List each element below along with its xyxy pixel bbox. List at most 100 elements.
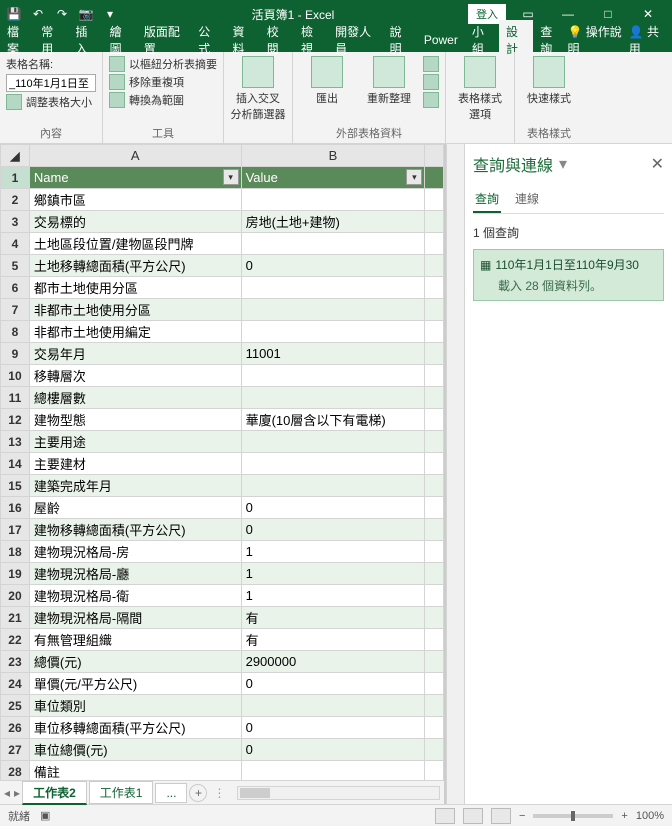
sheet-nav-next-icon[interactable]: ▸ bbox=[14, 786, 20, 800]
cell[interactable]: 車位總價(元) bbox=[29, 739, 241, 761]
row-head[interactable]: 28 bbox=[1, 761, 30, 781]
row-head[interactable]: 25 bbox=[1, 695, 30, 717]
filter-icon[interactable]: ▾ bbox=[223, 169, 239, 185]
cell[interactable]: 0 bbox=[241, 519, 425, 541]
cell[interactable]: 都市土地使用分區 bbox=[29, 277, 241, 299]
pane-close-icon[interactable]: ✕ bbox=[651, 154, 664, 174]
cell[interactable]: Value▾ bbox=[241, 167, 425, 189]
pivot-summary[interactable]: 以樞紐分析表摘要 bbox=[109, 56, 217, 72]
cell[interactable] bbox=[241, 431, 425, 453]
insert-slicer[interactable]: 插入交叉 分析篩選器 bbox=[230, 56, 286, 122]
cell[interactable] bbox=[425, 299, 444, 321]
cell[interactable]: 有 bbox=[241, 629, 425, 651]
cell[interactable] bbox=[425, 651, 444, 673]
vertical-scrollbar[interactable] bbox=[446, 144, 464, 804]
row-head[interactable]: 10 bbox=[1, 365, 30, 387]
cell[interactable]: 總價(元) bbox=[29, 651, 241, 673]
row-head[interactable]: 9 bbox=[1, 343, 30, 365]
pane-dropdown-icon[interactable]: ▾ bbox=[559, 154, 567, 174]
row-head[interactable]: 21 bbox=[1, 607, 30, 629]
cell[interactable] bbox=[241, 321, 425, 343]
row-head[interactable]: 3 bbox=[1, 211, 30, 233]
sheet-tab-more[interactable]: ... bbox=[155, 783, 187, 803]
cell[interactable]: 建物移轉總面積(平方公尺) bbox=[29, 519, 241, 541]
cell[interactable]: 0 bbox=[241, 673, 425, 695]
cell[interactable] bbox=[425, 255, 444, 277]
cell[interactable]: 建物現況格局-衛 bbox=[29, 585, 241, 607]
ext-opt-3[interactable] bbox=[423, 92, 439, 108]
cell[interactable]: 0 bbox=[241, 717, 425, 739]
row-head[interactable]: 22 bbox=[1, 629, 30, 651]
cell[interactable]: 交易年月 bbox=[29, 343, 241, 365]
cell[interactable] bbox=[425, 277, 444, 299]
cell[interactable] bbox=[425, 519, 444, 541]
cell[interactable]: 2900000 bbox=[241, 651, 425, 673]
cell[interactable]: 總樓層數 bbox=[29, 387, 241, 409]
row-head[interactable]: 17 bbox=[1, 519, 30, 541]
spreadsheet-grid[interactable]: ◢AB1Name▾Value▾2鄉鎮市區3交易標的房地(土地+建物)4土地區段位… bbox=[0, 144, 444, 780]
cell[interactable]: Name▾ bbox=[29, 167, 241, 189]
cell[interactable]: 主要建材 bbox=[29, 453, 241, 475]
resize-table[interactable]: 調整表格大小 bbox=[6, 94, 96, 110]
row-head[interactable]: 5 bbox=[1, 255, 30, 277]
view-normal-icon[interactable] bbox=[435, 808, 455, 824]
cell[interactable] bbox=[425, 695, 444, 717]
query-card[interactable]: ▦110年1月1日至110年9月30 載入 28 個資料列。 bbox=[473, 249, 664, 301]
cell[interactable] bbox=[425, 717, 444, 739]
row-head[interactable]: 13 bbox=[1, 431, 30, 453]
cell[interactable]: 1 bbox=[241, 541, 425, 563]
macro-record-icon[interactable]: ▣ bbox=[40, 809, 50, 822]
row-head[interactable]: 18 bbox=[1, 541, 30, 563]
cell[interactable]: 有無管理組織 bbox=[29, 629, 241, 651]
cell[interactable]: 土地區段位置/建物區段門牌 bbox=[29, 233, 241, 255]
row-head[interactable]: 7 bbox=[1, 299, 30, 321]
cell[interactable] bbox=[425, 431, 444, 453]
cell[interactable]: 11001 bbox=[241, 343, 425, 365]
sheet-tab-2[interactable]: 工作表1 bbox=[89, 781, 154, 804]
cell[interactable] bbox=[425, 453, 444, 475]
cell[interactable] bbox=[241, 189, 425, 211]
row-head[interactable]: 11 bbox=[1, 387, 30, 409]
export-button[interactable]: 匯出 bbox=[299, 56, 355, 108]
cell[interactable]: 主要用途 bbox=[29, 431, 241, 453]
cell[interactable]: 備註 bbox=[29, 761, 241, 781]
cell[interactable]: 建物型態 bbox=[29, 409, 241, 431]
cell[interactable] bbox=[425, 761, 444, 781]
row-head[interactable]: 16 bbox=[1, 497, 30, 519]
pane-tab-queries[interactable]: 查詢 bbox=[473, 186, 501, 213]
row-head[interactable]: 24 bbox=[1, 673, 30, 695]
cell[interactable]: 有 bbox=[241, 607, 425, 629]
row-head[interactable]: 6 bbox=[1, 277, 30, 299]
row-head[interactable]: 15 bbox=[1, 475, 30, 497]
cell[interactable]: 建物現況格局-房 bbox=[29, 541, 241, 563]
cell[interactable]: 交易標的 bbox=[29, 211, 241, 233]
cell[interactable] bbox=[425, 629, 444, 651]
cell[interactable]: 非都市土地使用分區 bbox=[29, 299, 241, 321]
cell[interactable] bbox=[425, 475, 444, 497]
filter-icon[interactable]: ▾ bbox=[406, 169, 422, 185]
add-sheet-button[interactable]: + bbox=[189, 784, 207, 802]
cell[interactable] bbox=[425, 189, 444, 211]
convert-to-range[interactable]: 轉換為範圍 bbox=[109, 92, 217, 108]
cell[interactable]: 建築完成年月 bbox=[29, 475, 241, 497]
zoom-out-icon[interactable]: − bbox=[519, 810, 525, 822]
cell[interactable] bbox=[241, 453, 425, 475]
view-pagebreak-icon[interactable] bbox=[491, 808, 511, 824]
cell[interactable]: 單價(元/平方公尺) bbox=[29, 673, 241, 695]
row-head[interactable]: 19 bbox=[1, 563, 30, 585]
cell[interactable] bbox=[425, 211, 444, 233]
cell[interactable] bbox=[425, 607, 444, 629]
col-head-A[interactable]: A bbox=[29, 145, 241, 167]
pane-tab-connections[interactable]: 連線 bbox=[513, 186, 541, 213]
col-head-c[interactable] bbox=[425, 145, 444, 167]
cell[interactable] bbox=[425, 167, 444, 189]
cell[interactable] bbox=[425, 739, 444, 761]
cell[interactable]: 非都市土地使用編定 bbox=[29, 321, 241, 343]
row-head[interactable]: 20 bbox=[1, 585, 30, 607]
cell[interactable]: 建物現況格局-廳 bbox=[29, 563, 241, 585]
cell[interactable] bbox=[241, 277, 425, 299]
row-head[interactable]: 14 bbox=[1, 453, 30, 475]
share-button[interactable]: 👤 共用 bbox=[629, 23, 664, 57]
cell[interactable]: 車位移轉總面積(平方公尺) bbox=[29, 717, 241, 739]
zoom-slider[interactable] bbox=[533, 814, 613, 818]
